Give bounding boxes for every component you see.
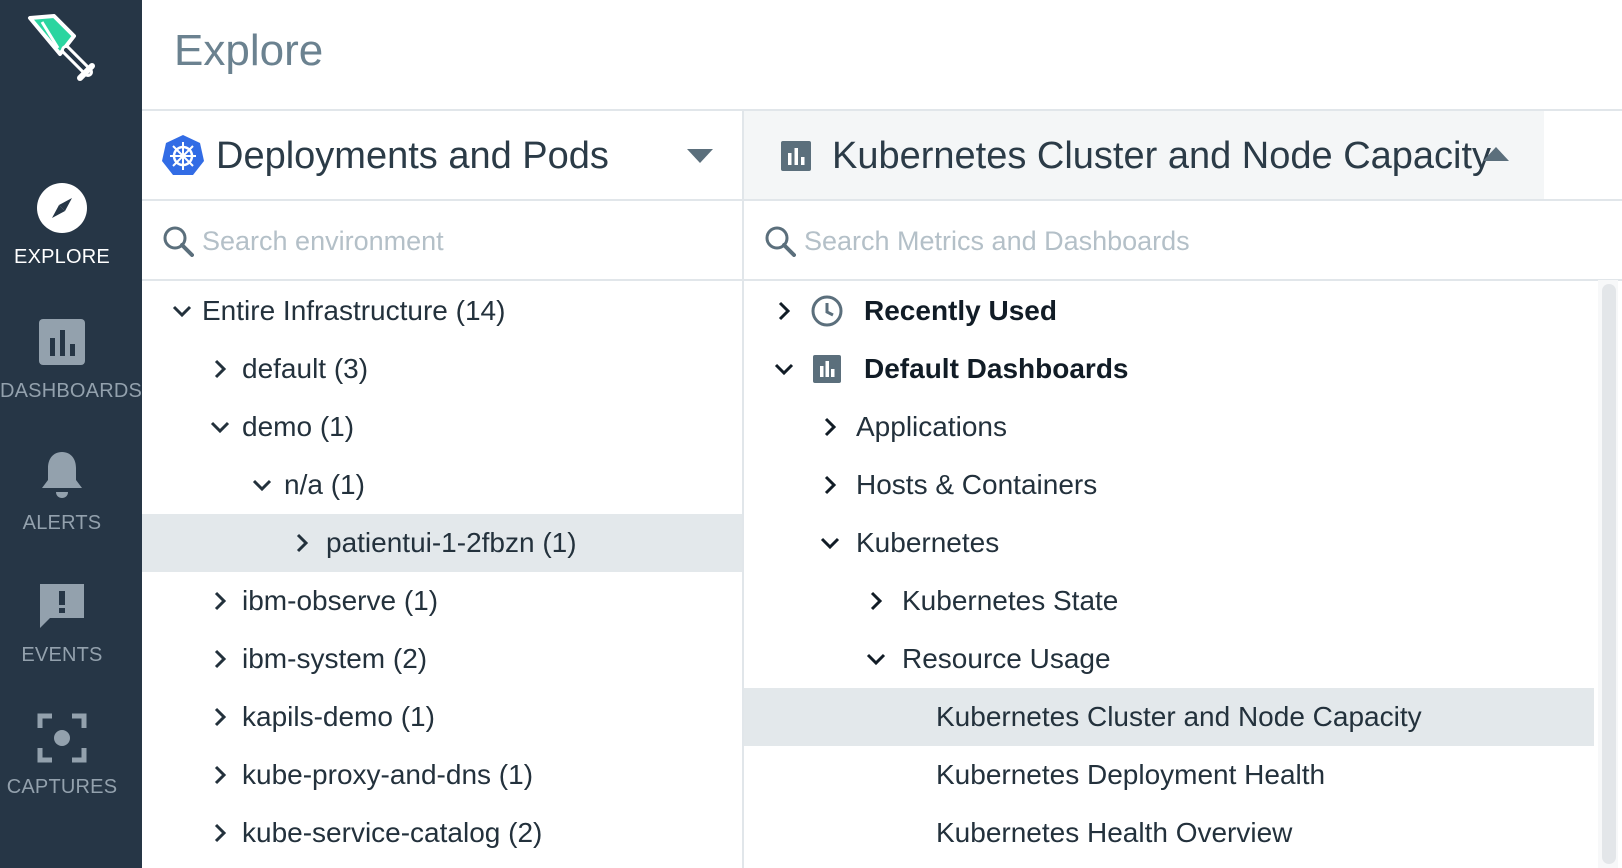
chevron-right-icon[interactable] bbox=[208, 821, 232, 845]
tree-row-kube-service-catalog[interactable]: kube-service-catalog (2) bbox=[142, 804, 742, 862]
search-icon bbox=[162, 225, 194, 257]
tree-row-hosts-containers[interactable]: Hosts & Containers bbox=[744, 456, 1594, 514]
tree-row-kubernetes[interactable]: Kubernetes bbox=[744, 514, 1594, 572]
tree-row-label: kube-service-catalog (2) bbox=[242, 817, 543, 848]
tree-row-demo[interactable]: demo (1) bbox=[142, 398, 742, 456]
tree-row-na[interactable]: n/a (1) bbox=[142, 456, 742, 514]
tree-row-label: ibm-observe (1) bbox=[242, 585, 439, 616]
tree-row-ibm-observe[interactable]: ibm-observe (1) bbox=[142, 572, 742, 630]
caret-up-icon[interactable] bbox=[1482, 145, 1510, 163]
chevron-right-icon[interactable] bbox=[208, 763, 232, 787]
bell-icon bbox=[36, 448, 88, 500]
page-title: Explore bbox=[174, 26, 324, 75]
caret-down-icon[interactable] bbox=[686, 147, 714, 165]
tree-row-default[interactable]: default (3) bbox=[142, 340, 742, 398]
tree-row-label: demo (1) bbox=[242, 411, 355, 442]
chevron-down-icon[interactable] bbox=[772, 357, 796, 381]
dashboard-icon bbox=[812, 354, 842, 384]
tree-row-kube-proxy-and-dns[interactable]: kube-proxy-and-dns (1) bbox=[142, 746, 742, 804]
chevron-right-icon[interactable] bbox=[208, 589, 232, 613]
tree-row-k8s-health-overview[interactable]: Kubernetes Health Overview bbox=[744, 804, 1594, 862]
capture-icon bbox=[36, 712, 88, 764]
chevron-down-icon[interactable] bbox=[208, 415, 232, 439]
nav-captures-label: CAPTURES bbox=[6, 776, 118, 798]
nav-explore-label: EXPLORE bbox=[14, 246, 110, 268]
shovel-logo-icon[interactable] bbox=[24, 14, 100, 90]
environment-search-input[interactable] bbox=[202, 221, 702, 261]
compass-icon bbox=[36, 182, 88, 234]
environment-search bbox=[142, 201, 742, 281]
tree-row-label: Kubernetes Health Overview bbox=[936, 817, 1293, 848]
tree-row-label: Recently Used bbox=[864, 295, 1057, 326]
metrics-search bbox=[744, 201, 1622, 281]
clock-icon bbox=[810, 294, 844, 328]
kubernetes-icon bbox=[162, 134, 204, 176]
tree-row-applications[interactable]: Applications bbox=[744, 398, 1594, 456]
exclamation-chat-icon bbox=[36, 580, 88, 632]
tree-row-label: Hosts & Containers bbox=[856, 469, 1098, 500]
nav-explore[interactable]: EXPLORE bbox=[0, 178, 142, 278]
tree-row-label: Kubernetes State bbox=[902, 585, 1119, 616]
tree-row-label: Resource Usage bbox=[902, 643, 1111, 674]
tree-row-recently-used[interactable]: Recently Used bbox=[744, 282, 1594, 340]
environment-panel: Deployments and Pods Entire Infrastructu… bbox=[142, 111, 744, 868]
tree-row-label: patientui-1-2fbzn (1) bbox=[326, 527, 577, 558]
tree-row-label: kapils-demo (1) bbox=[242, 701, 435, 732]
chevron-right-icon[interactable] bbox=[290, 531, 314, 555]
chevron-right-icon[interactable] bbox=[772, 299, 796, 323]
chevron-right-icon[interactable] bbox=[208, 705, 232, 729]
environment-selector[interactable]: Deployments and Pods bbox=[142, 111, 742, 201]
nav-captures[interactable]: CAPTURES bbox=[0, 712, 142, 812]
tree-row-label: Entire Infrastructure (14) bbox=[202, 295, 506, 326]
chevron-down-icon[interactable] bbox=[250, 473, 274, 497]
dashboard-title: Kubernetes Cluster and Node Capacity bbox=[832, 135, 1492, 177]
chevron-right-icon[interactable] bbox=[818, 473, 842, 497]
chevron-down-icon[interactable] bbox=[818, 531, 842, 555]
tree-row-entire-infrastructure[interactable]: Entire Infrastructure (14) bbox=[142, 282, 742, 340]
tree-row-label: default (3) bbox=[242, 353, 369, 384]
tree-row-label: Default Dashboards bbox=[864, 353, 1129, 384]
page-header: Explore bbox=[142, 0, 1622, 111]
tree-row-kubernetes-state[interactable]: Kubernetes State bbox=[744, 572, 1594, 630]
tree-row-k8s-deployment-health[interactable]: Kubernetes Deployment Health bbox=[744, 746, 1594, 804]
tree-row-label: Applications bbox=[856, 411, 1007, 442]
tree-row-label: kube-proxy-and-dns (1) bbox=[242, 759, 534, 790]
nav-events-label: EVENTS bbox=[21, 644, 103, 666]
tree-row-label: ibm-system (2) bbox=[242, 643, 428, 674]
tree-row-resource-usage[interactable]: Resource Usage bbox=[744, 630, 1594, 688]
chevron-right-icon[interactable] bbox=[818, 415, 842, 439]
tree-row-label: Kubernetes bbox=[856, 527, 1000, 558]
tree-row-label: Kubernetes Cluster and Node Capacity bbox=[936, 701, 1422, 732]
environment-title: Deployments and Pods bbox=[216, 135, 609, 177]
chevron-down-icon[interactable] bbox=[864, 647, 888, 671]
nav-events[interactable]: EVENTS bbox=[0, 580, 142, 680]
metrics-search-input[interactable] bbox=[804, 221, 1564, 261]
sidebar: EXPLORE DASHBOARDS ALERTS EVENTS CAPTURE… bbox=[0, 0, 142, 868]
bar-chart-icon bbox=[36, 316, 88, 368]
nav-dashboards[interactable]: DASHBOARDS bbox=[0, 316, 142, 416]
nav-alerts[interactable]: ALERTS bbox=[0, 448, 142, 548]
dashboard-selector[interactable]: Kubernetes Cluster and Node Capacity bbox=[744, 111, 1622, 201]
chevron-right-icon[interactable] bbox=[208, 357, 232, 381]
dashboards-panel: Kubernetes Cluster and Node Capacity Rec… bbox=[744, 111, 1622, 868]
chevron-down-icon[interactable] bbox=[170, 299, 194, 323]
tree-row-k8s-cluster-node-capacity[interactable]: Kubernetes Cluster and Node Capacity bbox=[744, 688, 1594, 746]
tree-row-ibm-system[interactable]: ibm-system (2) bbox=[142, 630, 742, 688]
tree-row-kapils-demo[interactable]: kapils-demo (1) bbox=[142, 688, 742, 746]
chevron-right-icon[interactable] bbox=[864, 589, 888, 613]
tree-row-patientui[interactable]: patientui-1-2fbzn (1) bbox=[142, 514, 742, 572]
nav-dashboards-label: DASHBOARDS bbox=[0, 380, 143, 402]
tree-row-label: n/a (1) bbox=[284, 469, 365, 500]
tree-row-label: Kubernetes Deployment Health bbox=[936, 759, 1326, 790]
search-icon bbox=[764, 225, 796, 257]
scrollbar-thumb[interactable] bbox=[1602, 284, 1616, 864]
nav-alerts-label: ALERTS bbox=[22, 512, 102, 534]
chevron-right-icon[interactable] bbox=[208, 647, 232, 671]
dashboard-icon bbox=[780, 140, 812, 172]
tree-row-default-dashboards[interactable]: Default Dashboards bbox=[744, 340, 1594, 398]
